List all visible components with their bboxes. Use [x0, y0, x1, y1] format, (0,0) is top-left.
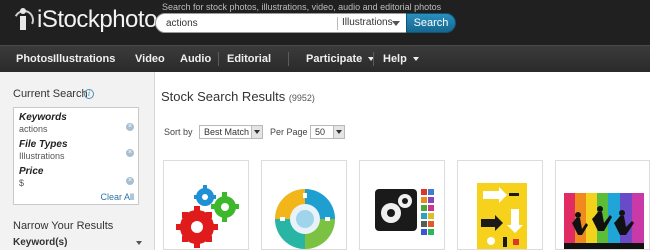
narrow-results-heading: Narrow Your Results [13, 220, 114, 232]
nav-divider [288, 52, 289, 66]
remove-filter-icon[interactable]: × [126, 149, 134, 157]
sort-select[interactable]: Best Match [199, 125, 263, 139]
yellow-action-arrows-illustration [477, 183, 527, 249]
result-thumbnail[interactable] [359, 160, 445, 250]
result-thumbnail[interactable] [555, 160, 650, 250]
filter-keywords-value: actions [19, 124, 48, 134]
circular-diagram-illustration [275, 189, 335, 249]
nav-divider [218, 52, 219, 66]
nav-help[interactable]: Help [383, 46, 419, 72]
nav-audio[interactable]: Audio [180, 46, 211, 72]
search-input[interactable] [166, 16, 326, 30]
filter-keywords-label: Keywords [19, 112, 67, 123]
nav-editorial[interactable]: Editorial [227, 46, 271, 72]
nav-help-label: Help [383, 53, 407, 65]
chevron-down-icon[interactable] [392, 21, 400, 26]
filter-price-label: Price [19, 166, 44, 177]
result-thumbnail[interactable] [163, 160, 249, 250]
nav-participate-label: Participate [306, 53, 363, 65]
nav-participate[interactable]: Participate [306, 46, 375, 72]
logo-text: iStockphoto [37, 6, 157, 33]
search-type-select[interactable]: Illustrations [342, 17, 393, 28]
result-thumbnail[interactable] [261, 160, 347, 250]
results-title-text: Stock Search Results [161, 89, 286, 104]
nav-divider [373, 52, 374, 66]
chevron-down-icon[interactable] [333, 126, 344, 138]
chevron-down-icon[interactable] [251, 126, 262, 138]
sidebar: Current Search i Keywords actions × File… [0, 72, 155, 250]
search-box: Illustrations [155, 13, 410, 33]
nav-video[interactable]: Video [135, 46, 165, 72]
info-icon[interactable]: i [84, 89, 94, 99]
current-search-heading: Current Search [13, 88, 88, 100]
gears-illustration [176, 185, 239, 248]
result-thumbnail[interactable] [457, 160, 543, 250]
logo[interactable]: iStockphoto [11, 6, 157, 33]
per-page-label: Per Page [270, 127, 308, 137]
jumping-silhouettes-illustration [564, 193, 644, 249]
search-button[interactable]: Search [406, 13, 456, 33]
header: iStockphoto Search for stock photos, ill… [0, 0, 650, 45]
filter-filetypes-value: Illustrations [19, 151, 65, 161]
results-grid [155, 160, 650, 250]
sort-label: Sort by [164, 127, 193, 137]
keywords-section-toggle[interactable]: Keyword(s) [13, 237, 67, 248]
clear-all-link[interactable]: Clear All [100, 192, 134, 202]
gear-app-icons-illustration [375, 189, 434, 235]
filter-price-value: $ [19, 178, 25, 188]
per-page-select-value: 50 [315, 127, 326, 137]
page-title: Stock Search Results (9952) [161, 89, 315, 104]
sort-select-value: Best Match [204, 127, 250, 137]
nav-photos[interactable]: Photos [16, 46, 53, 72]
main-nav: Photos Illustrations Video Audio Editori… [0, 45, 650, 72]
remove-filter-icon[interactable]: × [126, 123, 134, 131]
search-caption: Search for stock photos, illustrations, … [162, 2, 442, 12]
results-count: (9952) [288, 93, 315, 103]
chevron-down-icon [412, 57, 419, 62]
current-search-filters: Keywords actions × File Types Illustrati… [13, 107, 139, 205]
remove-filter-icon[interactable]: × [126, 177, 134, 185]
per-page-select[interactable]: 50 [310, 125, 345, 139]
logo-i-icon [11, 7, 37, 33]
search-divider [337, 17, 338, 30]
filter-filetypes-label: File Types [19, 139, 68, 150]
chevron-down-icon[interactable] [136, 241, 142, 245]
nav-illustrations[interactable]: Illustrations [53, 46, 115, 72]
